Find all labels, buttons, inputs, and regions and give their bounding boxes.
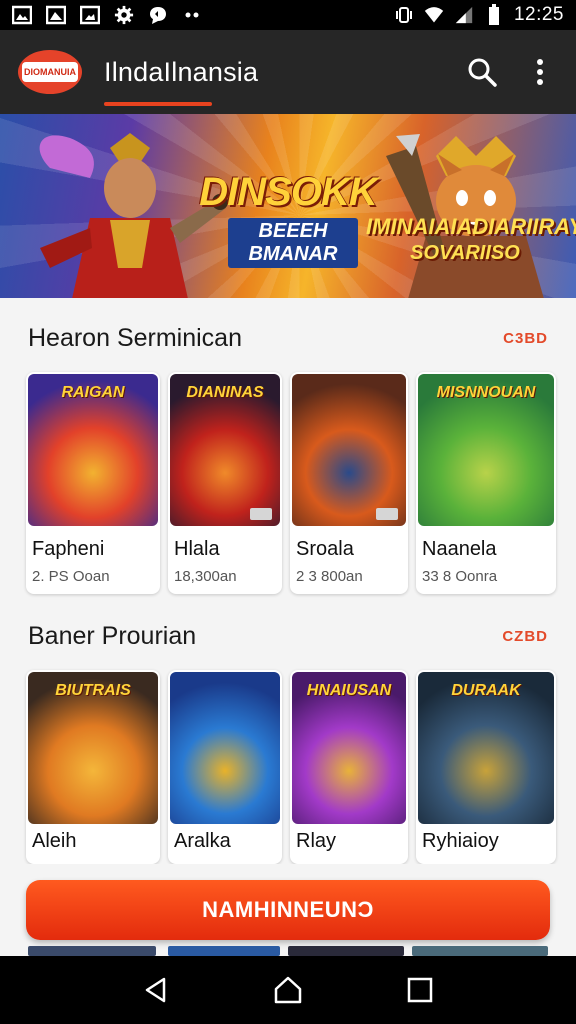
section-title: Hearon Serminican xyxy=(28,323,242,352)
photo-icon xyxy=(80,5,100,25)
card-badge xyxy=(250,508,272,520)
banner-promo-line1: IMINAIAIADIARIIRAY xyxy=(366,214,576,239)
game-card[interactable]: HNAIUSAN Rlay xyxy=(290,670,408,864)
peek-card xyxy=(288,946,404,956)
home-icon xyxy=(274,976,302,1004)
game-card-title: Hlala xyxy=(174,538,220,560)
game-card[interactable]: Sroala 2 3 800an xyxy=(290,372,408,594)
app-title-wrap: IlndaIlnansia xyxy=(104,30,258,114)
game-card-title: Aleih xyxy=(32,830,77,852)
promo-banner[interactable]: DINSOKK BEEEH BMANAR IMINAIAIADIARIIRAY … xyxy=(0,114,576,298)
game-card-art xyxy=(292,374,406,526)
settings-gear-icon xyxy=(114,5,134,25)
overflow-menu-button[interactable] xyxy=(524,56,556,88)
app-logo[interactable]: DIOMANUIA xyxy=(18,50,82,94)
game-card[interactable]: MISNNOUAN Naanela 33 8 Oonra xyxy=(416,372,556,594)
banner-promo-line2: SOVARIISO xyxy=(410,242,520,264)
battery-icon xyxy=(484,4,504,25)
content-area[interactable]: Hearon Serminican C3BD RAIGAN Fapheni 2.… xyxy=(0,298,576,864)
app-title: IlndaIlnansia xyxy=(104,56,259,87)
banner-title: DINSOKK xyxy=(199,170,377,214)
game-card-meta: 2. PS Ooan xyxy=(32,568,110,585)
peek-card xyxy=(28,946,156,956)
back-button[interactable] xyxy=(136,970,176,1010)
game-card-art xyxy=(170,672,280,824)
card-badge xyxy=(376,508,398,520)
game-card-list: BIUTRAIS Aleih Aralka HNAIUSAN Rlay DURA… xyxy=(26,670,556,864)
vibrate-icon xyxy=(394,5,414,25)
game-card-title: Naanela xyxy=(422,538,497,560)
game-card-meta: 33 8 Oonra xyxy=(422,568,498,585)
peek-card xyxy=(168,946,280,956)
section-see-all-link[interactable]: CZBD xyxy=(502,628,548,645)
title-underline xyxy=(104,102,212,106)
game-card-art: DIANINAS xyxy=(170,374,280,526)
game-card-title: Fapheni xyxy=(32,538,105,560)
game-card[interactable]: DURAAK Ryhiaioy xyxy=(416,670,556,864)
game-card-art: BIUTRAIS xyxy=(28,672,158,824)
banner-subtitle: BEEEH BMANAR xyxy=(228,218,358,268)
game-card-art: HNAIUSAN xyxy=(292,672,406,824)
system-nav-bar xyxy=(0,956,576,1024)
section-header: Hearon Serminican C3BD xyxy=(28,318,548,358)
cat-warrior-illustration xyxy=(386,134,544,298)
home-button[interactable] xyxy=(268,970,308,1010)
recents-icon xyxy=(407,977,433,1003)
game-card-title: Rlay xyxy=(296,830,337,852)
section-see-all-link[interactable]: C3BD xyxy=(503,330,548,347)
logo-text: DIOMANUIA xyxy=(22,62,78,82)
peek-card xyxy=(412,946,548,956)
status-clock: 12:25 xyxy=(513,4,564,25)
game-card[interactable]: Aralka xyxy=(168,670,282,864)
signal-icon xyxy=(454,5,474,25)
game-card[interactable]: RAIGAN Fapheni 2. PS Ooan xyxy=(26,372,160,594)
game-card-art: RAIGAN xyxy=(28,374,158,526)
game-card-meta: 2 3 800an xyxy=(296,568,363,585)
game-card[interactable]: DIANINAS Hlala 18,300an xyxy=(168,372,282,594)
game-card-title: Ryhiaioy xyxy=(422,830,499,852)
section-title: Baner Prourian xyxy=(28,621,197,650)
cta-area: NAMHINNEUNƆ xyxy=(0,864,576,956)
game-card-title: Sroala xyxy=(296,538,354,560)
overflow-menu-icon xyxy=(537,59,543,85)
wifi-icon xyxy=(424,5,444,25)
game-card-art: MISNNOUAN xyxy=(418,374,554,526)
section-header: Baner Prourian CZBD xyxy=(28,616,548,656)
game-card-art: DURAAK xyxy=(418,672,554,824)
game-card[interactable]: BIUTRAIS Aleih xyxy=(26,670,160,864)
search-icon xyxy=(468,58,497,87)
gallery-icon xyxy=(46,5,66,25)
game-card-list: RAIGAN Fapheni 2. PS Ooan DIANINAS Hlala… xyxy=(26,372,556,594)
game-card-meta: 18,300an xyxy=(174,568,237,585)
primary-cta-button[interactable]: NAMHINNEUNƆ xyxy=(26,880,550,940)
recents-button[interactable] xyxy=(400,970,440,1010)
back-icon xyxy=(145,977,166,1003)
status-bar: 12:25 xyxy=(0,0,576,30)
app-bar: DIOMANUIA IlndaIlnansia xyxy=(0,30,576,114)
search-button[interactable] xyxy=(466,56,498,88)
game-card-title: Aralka xyxy=(174,830,231,852)
chat-icon xyxy=(148,5,168,25)
more-dots-icon xyxy=(182,5,202,25)
image-icon xyxy=(12,5,32,25)
